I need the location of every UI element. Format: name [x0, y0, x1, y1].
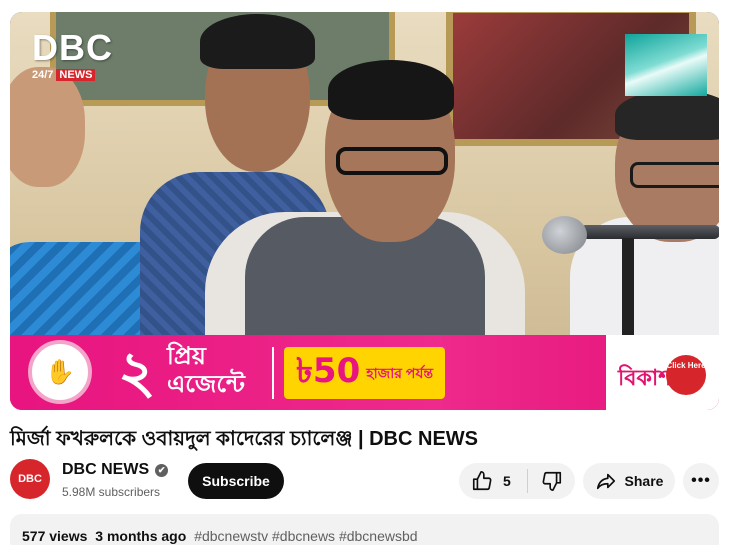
channel-name[interactable]: DBC NEWS	[62, 461, 149, 479]
video-title: মির্জা ফখরুলকে ওবায়দুল কাদেরের চ্যালেঞ্…	[10, 428, 479, 450]
thumbs-down-icon	[542, 471, 561, 491]
corner-logo-icon	[625, 34, 707, 96]
video-player[interactable]: DBC 24/7 NEWS ✋ ২ প্রিয় এজেন্টে ৳50 হাজা…	[10, 12, 719, 410]
speaker-glasses	[336, 147, 448, 175]
click-here-badge[interactable]: Click Here	[666, 355, 706, 395]
hand-card-icon: ✋	[45, 358, 75, 386]
dislike-button[interactable]	[528, 463, 575, 499]
share-button[interactable]: Share	[583, 463, 675, 499]
like-count: 5	[503, 473, 511, 489]
person-left-head	[10, 67, 85, 187]
avatar-text: DBC	[18, 473, 42, 485]
ad-agent-text: প্রিয় এজেন্টে	[167, 343, 245, 398]
share-label: Share	[624, 473, 664, 489]
more-button[interactable]: •••	[683, 463, 719, 499]
ad-amount-box: ৳50 হাজার পর্যন্ত	[284, 347, 446, 399]
verified-icon: ✔	[155, 463, 169, 477]
watermark-sub: 24/7 NEWS	[32, 69, 96, 81]
ad-brand-name: বিকাশ	[618, 365, 672, 390]
like-button[interactable]: 5	[459, 463, 527, 499]
ad-amount: ৳50	[296, 350, 361, 391]
hashtags[interactable]: #dbcnewstv #dbcnews #dbcnewsbd	[194, 528, 417, 544]
ad-divider	[272, 347, 274, 399]
subscribe-button[interactable]: Subscribe	[188, 463, 284, 499]
microphone-stand	[622, 238, 634, 348]
microphone-arm	[580, 225, 719, 239]
ad-amount-unit: হাজার পর্যন্ত	[366, 365, 434, 381]
view-count: 577 views	[22, 528, 88, 544]
watermark-news: NEWS	[56, 69, 96, 81]
avatar[interactable]: DBC	[10, 459, 50, 499]
description-box[interactable]: 577 views 3 months ago #dbcnewstv #dbcne…	[10, 514, 719, 545]
upload-age: 3 months ago	[95, 528, 187, 544]
ad-number: ২	[118, 338, 156, 406]
thumbs-up-icon	[472, 471, 492, 491]
microphone-icon	[542, 216, 587, 254]
channel-name-row[interactable]: DBC NEWS ✔	[62, 461, 169, 479]
glasses-right	[630, 162, 719, 188]
like-dislike-group: 5	[459, 463, 575, 499]
ad-logo: ✋	[28, 340, 92, 404]
speaker-hair	[328, 60, 454, 120]
watermark-text: DBC	[32, 27, 113, 68]
subscriber-count: 5.98M subscribers	[62, 485, 161, 499]
ad-banner[interactable]: ✋ ২ প্রিয় এজেন্টে ৳50 হাজার পর্যন্ত বিক…	[10, 335, 719, 410]
share-arrow-icon	[596, 473, 615, 490]
watermark-247: 24/7	[32, 69, 54, 81]
more-icon: •••	[691, 472, 711, 489]
person-middle-hair	[200, 14, 315, 69]
channel-watermark-logo: DBC 24/7 NEWS	[32, 30, 113, 82]
person-right-hair	[615, 90, 719, 140]
ad-brand-panel[interactable]: বিকাশ Click Here	[606, 335, 719, 410]
